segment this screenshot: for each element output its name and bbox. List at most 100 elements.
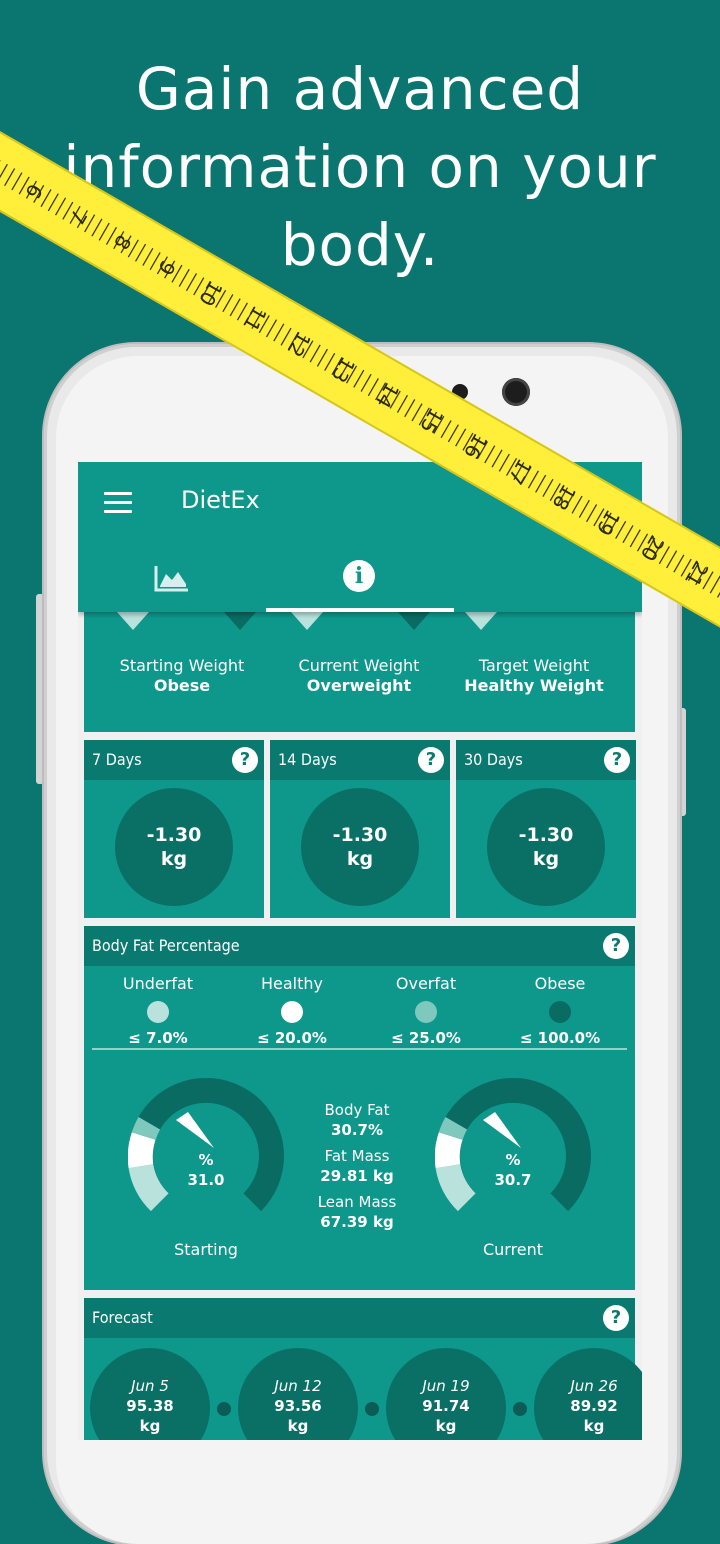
- stat-value: 29.81 kg: [320, 1167, 394, 1185]
- forecast-unit: kg: [583, 1417, 605, 1435]
- weight-change-unit: kg: [160, 848, 188, 870]
- promo-line-1: Gain advanced: [135, 55, 585, 123]
- tab-info[interactable]: i: [266, 550, 454, 612]
- current-fat-value: 30.7: [494, 1171, 532, 1189]
- forecast-item: Jun 12 93.56 kg: [238, 1348, 358, 1440]
- forecast-card: Forecast ? Jun 5 95.38 kg Jun 12 93.56 k…: [84, 1298, 642, 1440]
- forecast-value: 91.74: [422, 1397, 470, 1415]
- tape-number: 11: [238, 302, 272, 336]
- app-bar: DietEx i: [78, 462, 642, 612]
- card-title: 7 Days: [92, 750, 142, 769]
- bf-category-label: Overfat: [395, 974, 457, 993]
- bf-category-label: Underfat: [122, 974, 194, 993]
- forecast-date: Jun 5: [131, 1377, 169, 1395]
- forecast-unit: kg: [287, 1417, 309, 1435]
- forecast-value: 95.38: [126, 1397, 174, 1415]
- bf-category-overfat: Overfat ≤ 25.0%: [366, 974, 486, 1047]
- tab-chart[interactable]: [78, 550, 266, 612]
- body-fat-stats: Body Fat 30.7% Fat Mass 29.81 kg Lean Ma…: [302, 1100, 412, 1238]
- body-fat-card: Body Fat Percentage ? Underfat ≤ 7.0% He…: [84, 926, 635, 1290]
- divider: [92, 1048, 627, 1050]
- indicator-triangle: [398, 612, 430, 630]
- forecast-item: Jun 19 91.74 kg: [386, 1348, 506, 1440]
- bf-category-dot: [415, 1001, 437, 1023]
- forecast-unit: kg: [435, 1417, 457, 1435]
- current-weight-value: Overweight: [306, 676, 412, 695]
- forecast-date: Jun 26: [570, 1377, 618, 1395]
- bf-category-obese: Obese ≤ 100.0%: [500, 974, 620, 1047]
- weight-change-unit: kg: [532, 848, 560, 870]
- bf-category-threshold: ≤ 25.0%: [391, 1029, 461, 1047]
- forecast-date: Jun 12: [274, 1377, 322, 1395]
- bf-category-label: Obese: [534, 974, 586, 993]
- card-header: Body Fat Percentage: [84, 926, 635, 966]
- target-weight-label: Target Weight: [478, 656, 590, 675]
- target-weight-value: Healthy Weight: [464, 676, 604, 695]
- card-title: Forecast: [92, 1308, 153, 1327]
- app-title: DietEx: [181, 486, 260, 514]
- stat-value: 67.39 kg: [320, 1213, 394, 1231]
- phone-camera: [502, 378, 530, 406]
- tape-number: 21: [680, 557, 714, 591]
- help-icon[interactable]: ?: [603, 1305, 629, 1331]
- info-icon: i: [343, 560, 375, 592]
- indicator-triangle: [117, 612, 149, 630]
- card-title: 30 Days: [464, 750, 523, 769]
- current-label: Current: [482, 1240, 544, 1259]
- percent-unit: %: [198, 1151, 214, 1169]
- forecast-connector: [217, 1402, 231, 1416]
- weight-change-circle: -1.30 kg: [301, 788, 419, 906]
- starting-fat-value: 31.0: [187, 1171, 225, 1189]
- bf-category-dot: [147, 1001, 169, 1023]
- current-fat-readout: % 30.7: [483, 1150, 543, 1190]
- indicator-triangle: [465, 612, 497, 630]
- bf-category-dot: [549, 1001, 571, 1023]
- promo-line-3: body.: [280, 211, 440, 279]
- starting-label: Starting: [174, 1240, 238, 1259]
- stat-label: Fat Mass: [324, 1147, 390, 1165]
- weight-change-value: -1.30: [518, 824, 574, 846]
- starting-fat-readout: % 31.0: [176, 1150, 236, 1190]
- hamburger-menu-icon[interactable]: [104, 492, 132, 514]
- bf-category-threshold: ≤ 20.0%: [257, 1029, 327, 1047]
- phone-sensor: [452, 384, 468, 400]
- phone-side-button: [36, 594, 44, 784]
- days-14-card: 14 Days ? -1.30 kg: [270, 740, 450, 918]
- starting-weight-value: Obese: [153, 676, 211, 695]
- starting-weight: Starting Weight Obese: [92, 656, 272, 696]
- promo-headline: Gain advanced information on your body.: [0, 50, 720, 284]
- card-header: Forecast: [84, 1298, 635, 1338]
- forecast-unit: kg: [139, 1417, 161, 1435]
- indicator-triangle: [291, 612, 323, 630]
- bf-category-underfat: Underfat ≤ 7.0%: [98, 974, 218, 1047]
- days-30-card: 30 Days ? -1.30 kg: [456, 740, 636, 918]
- forecast-item: Jun 5 95.38 kg: [90, 1348, 210, 1440]
- forecast-connector: [365, 1402, 379, 1416]
- help-icon[interactable]: ?: [603, 933, 629, 959]
- current-weight-label: Current Weight: [298, 656, 420, 675]
- weight-change-value: -1.30: [332, 824, 388, 846]
- days-7-card: 7 Days ? -1.30 kg: [84, 740, 264, 918]
- promo-line-2: information on your: [63, 133, 657, 201]
- indicator-triangle: [224, 612, 256, 630]
- help-icon[interactable]: ?: [232, 747, 258, 773]
- current-weight: Current Weight Overweight: [269, 656, 449, 696]
- help-icon[interactable]: ?: [604, 747, 630, 773]
- percent-unit: %: [505, 1151, 521, 1169]
- weight-change-circle: -1.30 kg: [487, 788, 605, 906]
- weight-change-value: -1.30: [146, 824, 202, 846]
- stat-label: Body Fat: [324, 1101, 390, 1119]
- card-title: Body Fat Percentage: [92, 936, 240, 955]
- forecast-date: Jun 19: [422, 1377, 470, 1395]
- forecast-value: 89.92: [570, 1397, 618, 1415]
- target-weight: Target Weight Healthy Weight: [444, 656, 624, 696]
- weight-category-card: Starting Weight Obese Current Weight Ove…: [84, 612, 635, 732]
- forecast-item: Jun 26 89.92 kg: [534, 1348, 642, 1440]
- bf-category-healthy: Healthy ≤ 20.0%: [232, 974, 352, 1047]
- forecast-value: 93.56: [274, 1397, 322, 1415]
- bf-category-threshold: ≤ 100.0%: [519, 1029, 601, 1047]
- bf-category-threshold: ≤ 7.0%: [128, 1029, 188, 1047]
- app-screen: DietEx i Starting Weight Obese Current W…: [78, 462, 642, 1440]
- bf-category-dot: [281, 1001, 303, 1023]
- help-icon[interactable]: ?: [418, 747, 444, 773]
